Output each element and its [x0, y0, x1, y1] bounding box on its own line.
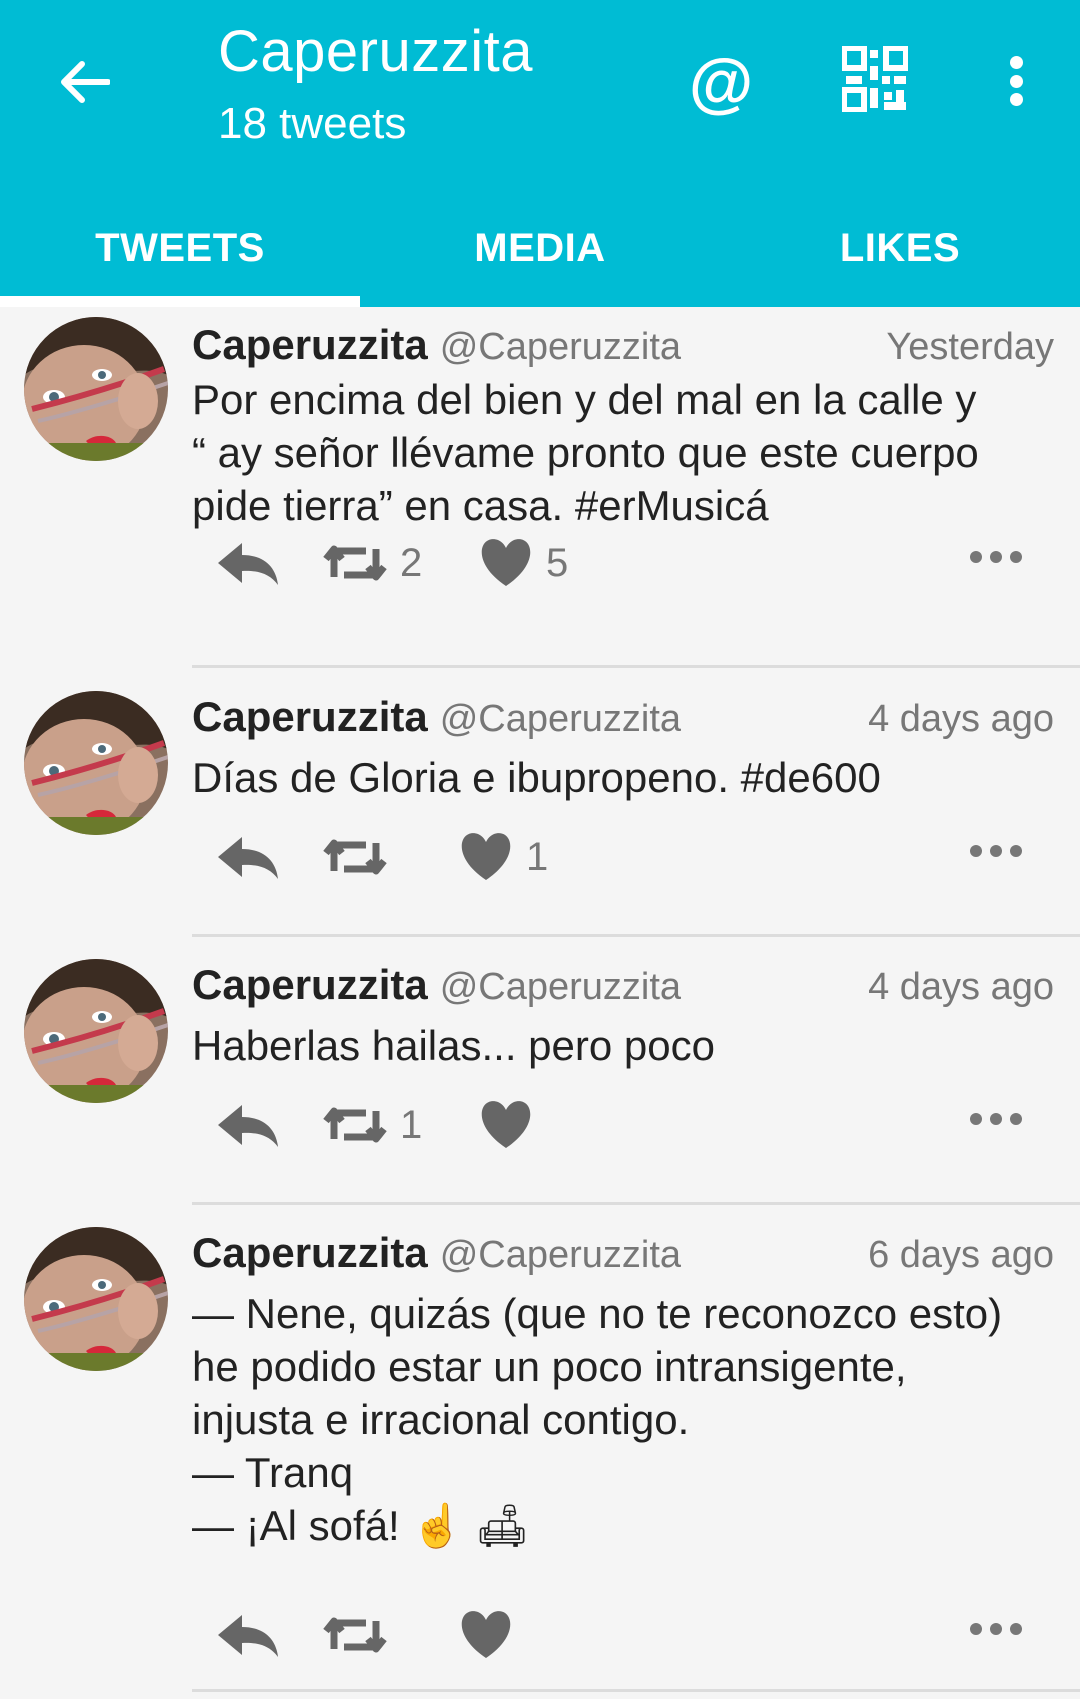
avatar[interactable] [24, 317, 168, 461]
more-options-icon[interactable] [990, 48, 1042, 114]
retweet-count: 1 [400, 1102, 423, 1147]
like-count: 1 [526, 834, 549, 879]
tab-tweets[interactable]: TWEETS [0, 190, 360, 307]
qr-code-icon [841, 45, 909, 113]
tweet-actions: 2 5 [192, 531, 1054, 595]
profile-header: Caperuzzita 18 tweets [218, 20, 533, 156]
retweet-icon [323, 1617, 387, 1653]
reply-button[interactable] [216, 825, 280, 889]
retweet-button[interactable]: 1 [322, 1093, 422, 1157]
avatar[interactable] [24, 1227, 168, 1371]
retweet-count: 2 [400, 540, 423, 585]
tab-media[interactable]: MEDIA [360, 190, 720, 307]
reply-icon [218, 1105, 278, 1147]
avatar-image [24, 317, 168, 461]
tweet-actions: 1 [192, 1093, 1054, 1157]
app-bar: Caperuzzita 18 tweets @ TWEETS MEDIA LIK… [0, 0, 1080, 307]
tweet-author-handle[interactable]: @Caperuzzita [440, 966, 681, 1009]
tweet-timestamp: 6 days ago [868, 1234, 1054, 1276]
avatar[interactable] [24, 959, 168, 1103]
tweet-author-name[interactable]: Caperuzzita [192, 693, 428, 741]
tweet-author-handle[interactable]: @Caperuzzita [440, 326, 681, 369]
tweet-author-handle[interactable]: @Caperuzzita [440, 1234, 681, 1277]
qr-code-button[interactable] [841, 45, 909, 113]
tweet-item[interactable]: Caperuzzita @Caperuzzita Yesterday Por e… [0, 307, 1080, 669]
tweet-actions [192, 1603, 1054, 1667]
profile-tabs: TWEETS MEDIA LIKES [0, 190, 1080, 307]
tweet-more-icon[interactable] [970, 1623, 1022, 1635]
like-button[interactable]: 5 [478, 531, 568, 595]
retweet-button[interactable] [322, 1603, 400, 1667]
tweet-author-name[interactable]: Caperuzzita [192, 321, 428, 369]
back-arrow-icon [61, 61, 110, 103]
retweet-icon [323, 839, 387, 875]
tweet-more-icon[interactable] [970, 845, 1022, 857]
retweet-icon [323, 545, 387, 581]
tweet-header: Caperuzzita @Caperuzzita 4 days ago [192, 693, 1054, 747]
tweet-header: Caperuzzita @Caperuzzita 4 days ago [192, 961, 1054, 1015]
profile-title: Caperuzzita [218, 19, 533, 84]
retweet-button[interactable]: 2 [322, 531, 422, 595]
tweet-text: Haberlas hailas... pero poco [192, 1022, 715, 1069]
tweet-item[interactable]: Caperuzzita @Caperuzzita 4 days ago Días… [0, 669, 1080, 937]
tweet-text: Por encima del bien y del mal en la call… [192, 376, 979, 529]
tweet-header: Caperuzzita @Caperuzzita Yesterday [192, 321, 1054, 375]
retweet-button[interactable] [322, 825, 400, 889]
reply-icon [218, 1615, 278, 1657]
avatar-image [24, 691, 168, 835]
reply-button[interactable] [216, 531, 280, 595]
heart-icon [461, 1611, 511, 1658]
tweet-header: Caperuzzita @Caperuzzita 6 days ago [192, 1229, 1054, 1283]
tweet-count: 18 tweets [218, 99, 407, 148]
like-button[interactable] [458, 1603, 526, 1667]
divider [192, 665, 1080, 668]
avatar-image [24, 1227, 168, 1371]
like-button[interactable]: 1 [458, 825, 548, 889]
reply-button[interactable] [216, 1093, 280, 1157]
tweet-text: Días de Gloria e ibupropeno. #de600 [192, 754, 881, 801]
mention-icon[interactable]: @ [676, 40, 766, 124]
back-button[interactable] [52, 50, 116, 114]
tab-likes[interactable]: LIKES [720, 190, 1080, 307]
heart-icon [481, 539, 531, 586]
like-button[interactable] [478, 1093, 546, 1157]
heart-icon [461, 833, 511, 880]
reply-icon [218, 837, 278, 879]
tweet-item[interactable]: Caperuzzita @Caperuzzita 4 days ago Habe… [0, 937, 1080, 1205]
reply-icon [218, 543, 278, 585]
tweet-item[interactable]: Caperuzzita @Caperuzzita 6 days ago — Ne… [0, 1205, 1080, 1695]
tweet-more-icon[interactable] [970, 1113, 1022, 1125]
tweet-actions: 1 [192, 825, 1054, 889]
tweet-timestamp: Yesterday [886, 326, 1054, 368]
tweet-author-name[interactable]: Caperuzzita [192, 1229, 428, 1277]
heart-icon [481, 1101, 531, 1148]
retweet-icon [323, 1107, 387, 1143]
avatar-image [24, 959, 168, 1103]
tweet-timestamp: 4 days ago [868, 698, 1054, 740]
tweet-text: — Nene, quizás (que no te reconozco esto… [192, 1290, 1003, 1549]
like-count: 5 [546, 540, 569, 585]
tweet-more-icon[interactable] [970, 551, 1022, 563]
avatar[interactable] [24, 691, 168, 835]
tweet-author-name[interactable]: Caperuzzita [192, 961, 428, 1009]
reply-button[interactable] [216, 1603, 280, 1667]
divider [192, 1689, 1080, 1692]
tweet-timestamp: 4 days ago [868, 966, 1054, 1008]
tweet-author-handle[interactable]: @Caperuzzita [440, 698, 681, 741]
